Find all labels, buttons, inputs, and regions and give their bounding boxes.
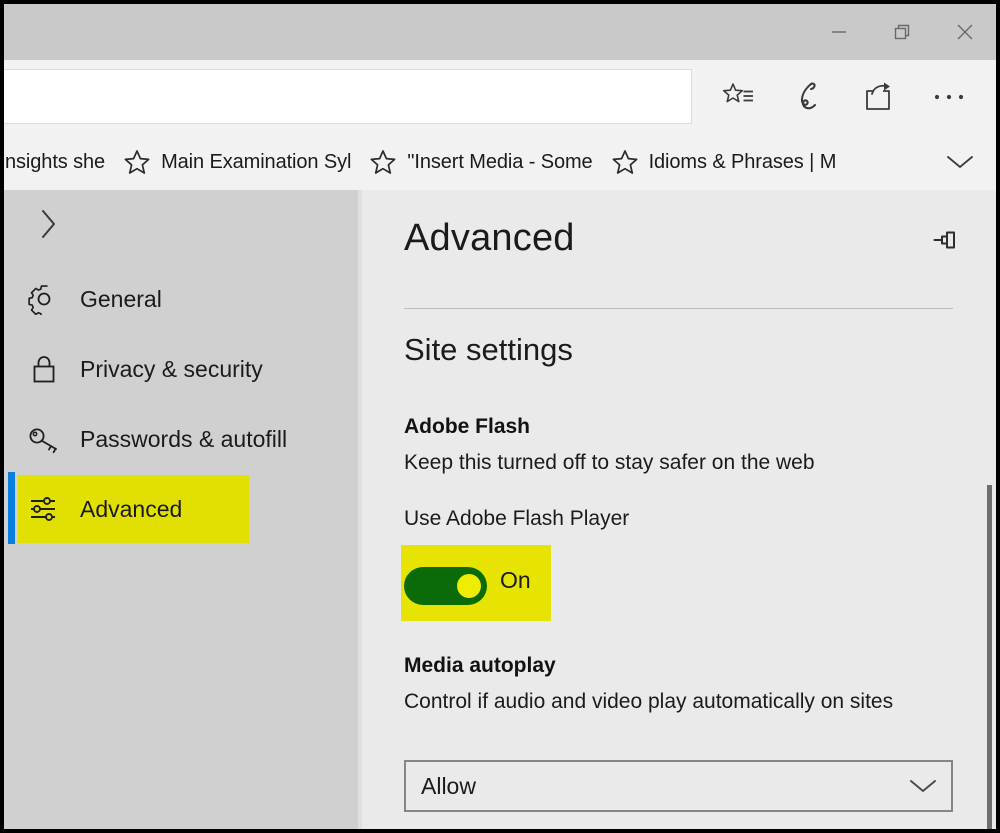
sliders-icon	[22, 487, 66, 531]
favorite-label: nsights she	[4, 151, 113, 174]
gear-icon	[22, 277, 66, 321]
toolbar-icon-group	[704, 60, 996, 134]
favorite-item[interactable]: Main Examination Syl	[116, 134, 362, 190]
group-title-media-autoplay: Media autoplay	[404, 654, 556, 678]
favorites-overflow-chevron-down-icon[interactable]	[932, 134, 988, 190]
favorites-bar: nsights she Main Examination Syl "Insert…	[4, 134, 996, 190]
favorites-reading-list-icon[interactable]	[704, 60, 774, 134]
share-icon[interactable]	[844, 60, 914, 134]
sidebar-item-label: Advanced	[66, 496, 182, 523]
media-autoplay-select[interactable]: Allow	[404, 760, 953, 812]
minimize-button[interactable]	[807, 4, 870, 60]
sidebar-expand-chevron-right-icon[interactable]	[26, 202, 70, 246]
favorite-item[interactable]: nsights she	[4, 134, 116, 190]
sidebar-item-advanced[interactable]: Advanced	[4, 474, 358, 544]
lock-icon	[22, 347, 66, 391]
group-title-adobe-flash: Adobe Flash	[404, 415, 530, 439]
settings-content: Advanced Site settings Adobe Flash Keep …	[362, 190, 996, 829]
chevron-down-icon	[908, 762, 938, 810]
sidebar-nav-list: General Privacy & security	[4, 264, 358, 544]
header-divider	[404, 308, 953, 309]
address-bar[interactable]	[0, 69, 692, 124]
star-icon	[119, 147, 155, 177]
favorite-item[interactable]: "Insert Media - Some	[362, 134, 603, 190]
page-title: Advanced	[404, 217, 575, 260]
settings-pane: General Privacy & security	[4, 190, 996, 829]
group-description-media-autoplay: Control if audio and video play automati…	[404, 687, 949, 717]
star-icon	[607, 147, 643, 177]
sidebar-item-privacy-security[interactable]: Privacy & security	[4, 334, 358, 404]
favorite-label: "Insert Media - Some	[401, 151, 600, 174]
key-icon	[22, 417, 66, 461]
section-title: Site settings	[404, 332, 573, 368]
restore-button[interactable]	[870, 4, 933, 60]
content-header: Advanced	[362, 190, 996, 300]
toggle-knob	[457, 574, 481, 598]
sidebar-item-label: General	[66, 286, 162, 313]
pin-icon[interactable]	[924, 218, 968, 262]
sidebar-item-label: Passwords & autofill	[66, 426, 287, 453]
title-bar	[4, 4, 996, 60]
browser-window: nsights she Main Examination Syl "Insert…	[0, 0, 1000, 833]
content-scrollbar[interactable]	[987, 485, 992, 833]
sidebar-item-general[interactable]: General	[4, 264, 358, 334]
selected-accent-bar	[8, 472, 15, 544]
flash-player-toggle[interactable]	[404, 567, 487, 605]
group-description-adobe-flash: Keep this turned off to stay safer on th…	[404, 448, 949, 478]
settings-sidebar: General Privacy & security	[4, 190, 358, 829]
favorite-item[interactable]: Idioms & Phrases | M	[604, 134, 848, 190]
media-autoplay-selected-value: Allow	[406, 773, 476, 800]
more-icon[interactable]	[914, 60, 984, 134]
star-icon	[365, 147, 401, 177]
flash-toggle-label: Use Adobe Flash Player	[404, 507, 629, 531]
close-button[interactable]	[933, 4, 996, 60]
flash-toggle-state-label: On	[500, 567, 531, 594]
browser-toolbar	[4, 60, 996, 134]
address-input[interactable]	[0, 70, 691, 123]
favorite-label: Main Examination Syl	[155, 151, 359, 174]
web-note-icon[interactable]	[774, 60, 844, 134]
favorite-label: Idioms & Phrases | M	[643, 151, 845, 174]
sidebar-item-passwords-autofill[interactable]: Passwords & autofill	[4, 404, 358, 474]
sidebar-item-label: Privacy & security	[66, 356, 263, 383]
